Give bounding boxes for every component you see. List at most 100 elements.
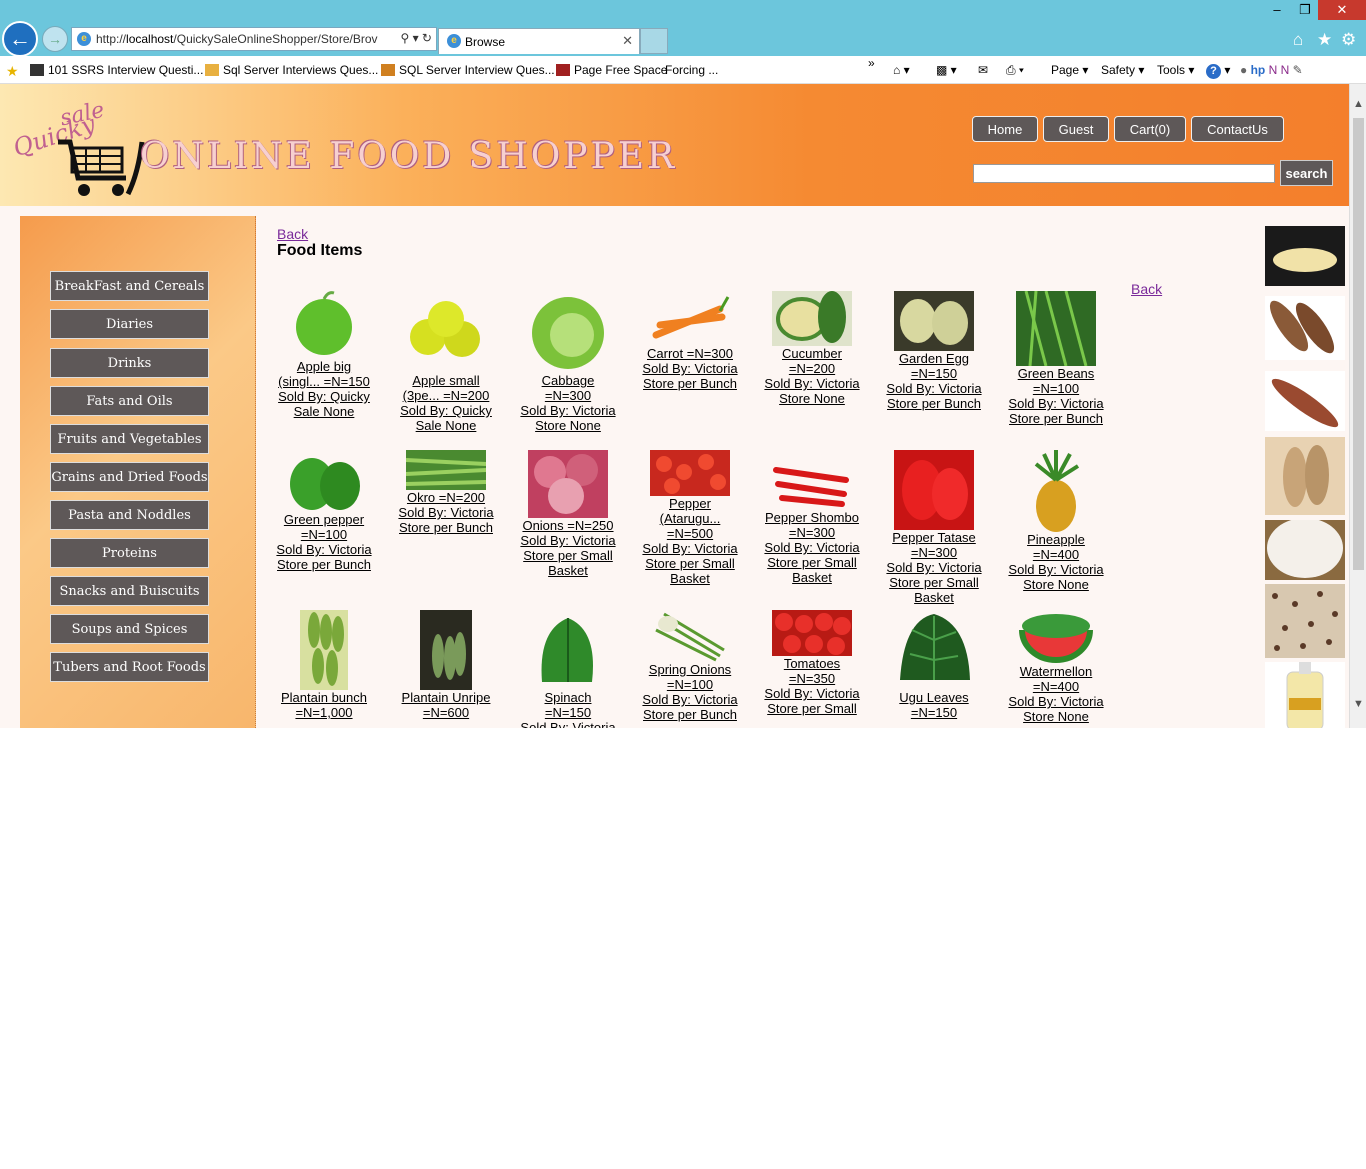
food-item-label[interactable]: Basket	[752, 570, 872, 585]
food-item[interactable]: Tomatoes =N=350 Sold By: Victoria Store per…	[752, 610, 872, 716]
food-item-label[interactable]: Pepper Shombo	[752, 510, 872, 525]
food-item[interactable]: Watermellon =N=400 Sold By: Victoria Store …	[996, 610, 1116, 724]
food-item-label[interactable]: Tomatoes	[752, 656, 872, 671]
food-item-label[interactable]: (Atarugu...	[630, 511, 750, 526]
food-item-label[interactable]: Store per Bunch	[630, 707, 750, 722]
search-input[interactable]	[973, 164, 1275, 183]
food-item-image[interactable]	[1016, 291, 1096, 366]
food-item-label[interactable]: =N=100	[264, 527, 384, 542]
food-item-label[interactable]: =N=100	[630, 677, 750, 692]
home-icon[interactable]: ⌂	[1293, 30, 1303, 50]
food-item-label[interactable]: Sold By: Victoria	[752, 686, 872, 701]
back-arrow-icon[interactable]: ←	[2, 21, 38, 57]
food-item[interactable]: Spinach =N=150 Sold By: Victoria	[508, 610, 628, 728]
category-fruits-vegetables[interactable]: Fruits and Vegetables	[50, 424, 209, 454]
scroll-up-icon[interactable]: ▲	[1353, 98, 1364, 110]
food-item-label[interactable]: Sold By: Victoria	[996, 694, 1116, 709]
food-item-label[interactable]: Store per Bunch	[874, 396, 994, 411]
thumb-sweet-potato[interactable]	[1265, 371, 1345, 431]
food-item-label[interactable]: Pepper Tatase	[874, 530, 994, 545]
help-icon[interactable]: ? ▾	[1206, 63, 1230, 79]
feeds-icon[interactable]: ▩ ▾	[936, 63, 957, 77]
food-item[interactable]: Garden Egg =N=150 Sold By: Victoria Store p…	[874, 291, 994, 411]
addon-icons[interactable]: ● hp N N ✎	[1240, 63, 1303, 77]
favorite-link-4[interactable]: Page Free Space	[556, 63, 667, 77]
food-item-image[interactable]	[406, 450, 486, 490]
food-item-label[interactable]: Basket	[508, 563, 628, 578]
food-item-label[interactable]: Store per Small	[752, 555, 872, 570]
thumb-vegetable-oil[interactable]	[1265, 662, 1345, 728]
category-fats-oils[interactable]: Fats and Oils	[50, 386, 209, 416]
food-item-label[interactable]: Store None	[752, 391, 872, 406]
food-item-label[interactable]: Store per Bunch	[264, 557, 384, 572]
food-item-label[interactable]: Sold By: Victoria	[386, 505, 506, 520]
food-item-image[interactable]	[894, 291, 974, 351]
food-item-label[interactable]: Basket	[874, 590, 994, 605]
food-item[interactable]: Onions =N=250 Sold By: Victoria Store per …	[508, 450, 628, 578]
food-item-label[interactable]: Carrot =N=300	[630, 346, 750, 361]
thumb-yam-tubers[interactable]	[1265, 296, 1345, 360]
food-item-label[interactable]: =N=400	[996, 679, 1116, 694]
food-item-label[interactable]: Garden Egg	[874, 351, 994, 366]
gear-icon[interactable]: ⚙	[1341, 30, 1356, 50]
category-diaries[interactable]: Diaries	[50, 309, 209, 339]
more-favorites-icon[interactable]: »	[868, 56, 875, 70]
nav-guest-button[interactable]: Guest	[1043, 116, 1109, 142]
food-item-label[interactable]: Sold By: Victoria	[874, 560, 994, 575]
page-menu[interactable]: Page ▾	[1051, 63, 1088, 77]
food-item-label[interactable]: =N=1,000	[264, 705, 384, 720]
food-item[interactable]: Pepper Shombo =N=300 Sold By: Victoria Stor…	[752, 460, 872, 585]
nav-cart-button[interactable]: Cart(0)	[1114, 116, 1186, 142]
food-item-label[interactable]: Sold By: Quicky	[386, 403, 506, 418]
food-item-label[interactable]: Sold By: Victoria	[630, 692, 750, 707]
food-item[interactable]: Pepper Tatase =N=300 Sold By: Victoria Stor…	[874, 450, 994, 605]
food-item-label[interactable]: Sold By: Victoria	[508, 533, 628, 548]
food-item-image[interactable]	[894, 450, 974, 530]
food-item-label[interactable]: Plantain Unripe	[386, 690, 506, 705]
nav-contactus-button[interactable]: ContactUs	[1191, 116, 1284, 142]
food-item-image[interactable]	[1016, 610, 1096, 664]
food-item[interactable]: Pepper (Atarugu... =N=500 Sold By: Victoria…	[630, 450, 750, 586]
category-grains-dried-foods[interactable]: Grains and Dried Foods	[50, 462, 209, 492]
food-item-label[interactable]: Store None	[996, 577, 1116, 592]
food-item-label[interactable]: Store per Small	[874, 575, 994, 590]
food-item-image[interactable]	[894, 610, 974, 690]
food-item-label[interactable]: Sold By: Victoria	[752, 540, 872, 555]
food-item-label[interactable]: =N=400	[996, 547, 1116, 562]
food-item-label[interactable]: =N=150	[508, 705, 628, 720]
food-item-label[interactable]: =N=200	[752, 361, 872, 376]
tab-browse[interactable]: e Browse ✕	[438, 28, 640, 54]
food-item-label[interactable]: Pepper	[630, 496, 750, 511]
food-item-image[interactable]	[650, 610, 730, 662]
food-item-label[interactable]: Spinach	[508, 690, 628, 705]
food-item-label[interactable]: Store None	[996, 709, 1116, 724]
food-item-label[interactable]: Onions =N=250	[508, 518, 628, 533]
print-icon[interactable]: ⎙ ▾	[1006, 63, 1024, 78]
food-item-label[interactable]: Store None	[508, 418, 628, 433]
food-item-image[interactable]	[1016, 450, 1096, 532]
food-item-label[interactable]: Watermellon	[996, 664, 1116, 679]
food-item-label[interactable]: (3pe... =N=200	[386, 388, 506, 403]
food-item[interactable]: Spring Onions =N=100 Sold By: Victoria Stor…	[630, 610, 750, 722]
close-window-icon[interactable]: ✕	[1318, 0, 1366, 20]
food-item-image[interactable]	[772, 291, 852, 346]
food-item-label[interactable]: Sold By: Victoria	[508, 403, 628, 418]
food-item-image[interactable]	[406, 291, 486, 373]
tools-menu[interactable]: Tools ▾	[1157, 63, 1194, 77]
food-item-image[interactable]	[528, 450, 608, 518]
food-item-label[interactable]: Sold By: Victoria	[752, 376, 872, 391]
food-item-label[interactable]: Green pepper	[264, 512, 384, 527]
food-item-image[interactable]	[650, 291, 730, 346]
favorite-link-2[interactable]: Sql Server Interviews Ques...	[205, 63, 378, 77]
food-item-label[interactable]: Store per Small	[508, 548, 628, 563]
food-item[interactable]: Green pepper =N=100 Sold By: Victoria Store…	[264, 450, 384, 572]
food-item-image[interactable]	[284, 291, 364, 359]
address-tools-icons[interactable]: ⚲ ▾ ↻	[400, 31, 432, 45]
safety-menu[interactable]: Safety ▾	[1101, 63, 1144, 77]
food-item[interactable]: Cabbage =N=300 Sold By: Victoria Store None	[508, 291, 628, 433]
food-item-label[interactable]: Pineapple	[996, 532, 1116, 547]
food-item-label[interactable]: Store per Bunch	[996, 411, 1116, 426]
food-item-label[interactable]: Basket	[630, 571, 750, 586]
search-button[interactable]: search	[1280, 160, 1333, 186]
food-item-image[interactable]	[406, 610, 486, 690]
